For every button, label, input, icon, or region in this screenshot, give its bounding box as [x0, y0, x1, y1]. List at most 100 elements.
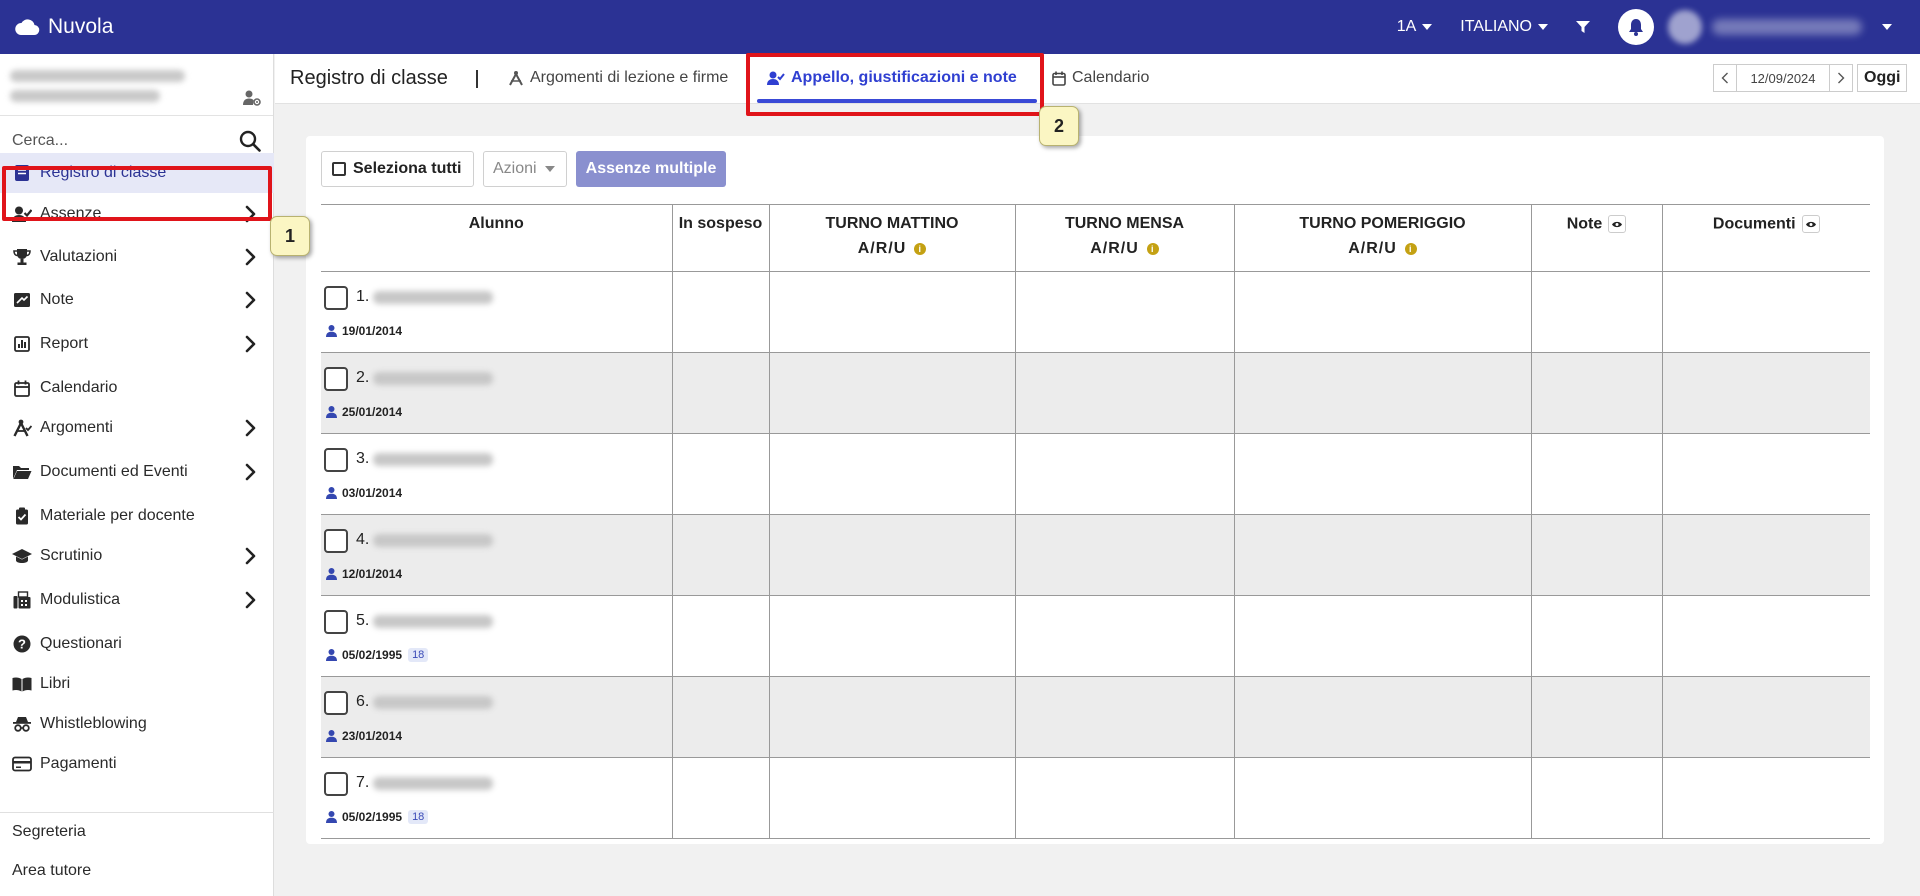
sidebar-item-valutazioni[interactable]: Valutazioni: [0, 237, 274, 277]
morning-cell[interactable]: [768, 676, 1015, 758]
actions-dropdown[interactable]: Azioni: [483, 151, 567, 187]
sidebar-item-note[interactable]: Note: [0, 280, 274, 320]
canteen-cell[interactable]: [1014, 352, 1234, 434]
select-all-button[interactable]: Seleziona tutti: [321, 151, 474, 187]
suspended-cell[interactable]: [671, 676, 769, 758]
sidebar-item-argomenti[interactable]: Argomenti: [0, 408, 274, 448]
student-info: 2. 25/01/2014: [321, 353, 672, 433]
morning-cell[interactable]: [768, 433, 1015, 515]
avatar: [1668, 10, 1702, 44]
afternoon-cell[interactable]: [1233, 352, 1531, 434]
sidebar-item-report[interactable]: Report: [0, 324, 274, 364]
sidebar-item-scrutinio[interactable]: Scrutinio: [0, 536, 274, 576]
class-selector[interactable]: 1A: [1397, 18, 1433, 36]
documents-cell[interactable]: [1661, 595, 1870, 677]
suspended-cell[interactable]: [671, 433, 769, 515]
student-number: 7.: [356, 774, 370, 791]
sidebar-item-modulistica[interactable]: Modulistica: [0, 580, 274, 620]
expand-chevron[interactable]: [245, 248, 256, 271]
expand-chevron[interactable]: [245, 463, 256, 486]
expand-chevron[interactable]: [245, 547, 256, 570]
sidebar-item-documenti-ed-eventi[interactable]: Documenti ed Eventi: [0, 452, 274, 492]
morning-cell[interactable]: [768, 757, 1015, 839]
student-checkbox[interactable]: [324, 772, 348, 796]
documents-cell[interactable]: [1661, 757, 1870, 839]
sidebar-item-pagamenti[interactable]: Pagamenti: [0, 744, 274, 784]
expand-chevron[interactable]: [245, 419, 256, 442]
morning-cell[interactable]: [768, 271, 1015, 353]
sidebar-item-materiale-per-docente[interactable]: Materiale per docente: [0, 496, 274, 536]
expand-chevron[interactable]: [245, 591, 256, 614]
notes-cell[interactable]: [1530, 352, 1662, 434]
filter-button[interactable]: [1576, 20, 1590, 34]
documents-cell[interactable]: [1661, 676, 1870, 758]
afternoon-cell[interactable]: [1233, 757, 1531, 839]
user-menu[interactable]: [1668, 10, 1892, 44]
afternoon-cell[interactable]: [1233, 676, 1531, 758]
suspended-cell[interactable]: [671, 595, 769, 677]
user-settings-button[interactable]: [243, 90, 261, 111]
morning-cell[interactable]: [768, 595, 1015, 677]
notes-cell[interactable]: [1530, 271, 1662, 353]
student-checkbox[interactable]: [324, 367, 348, 391]
sidebar-item-calendario[interactable]: Calendario: [0, 368, 274, 408]
canteen-cell[interactable]: [1014, 514, 1234, 596]
notes-cell[interactable]: [1530, 676, 1662, 758]
today-button[interactable]: Oggi: [1857, 64, 1908, 92]
canteen-cell[interactable]: [1014, 676, 1234, 758]
brand-logo[interactable]: Nuvola: [14, 15, 113, 39]
date-field[interactable]: 12/09/2024: [1737, 64, 1829, 92]
student-checkbox[interactable]: [324, 691, 348, 715]
multiple-absences-button[interactable]: Assenze multiple: [576, 151, 726, 187]
canteen-cell[interactable]: [1014, 595, 1234, 677]
afternoon-cell[interactable]: [1233, 433, 1531, 515]
toggle-documents-visibility-button[interactable]: [1801, 215, 1820, 233]
documents-cell[interactable]: [1661, 271, 1870, 353]
sidebar-link-area-tutore[interactable]: Area tutore: [12, 862, 91, 880]
search-input[interactable]: [12, 131, 212, 150]
canteen-cell[interactable]: [1014, 757, 1234, 839]
sidebar-item-questionari[interactable]: ? Questionari: [0, 624, 274, 664]
expand-chevron[interactable]: [245, 335, 256, 358]
student-checkbox[interactable]: [324, 286, 348, 310]
tab-argomenti[interactable]: Argomenti di lezione e firme: [508, 69, 728, 87]
next-day-button[interactable]: [1829, 64, 1853, 92]
morning-cell[interactable]: [768, 352, 1015, 434]
language-selector[interactable]: ITALIANO: [1460, 18, 1548, 36]
info-icon[interactable]: i: [914, 243, 927, 255]
sidebar-item-libri[interactable]: Libri: [0, 664, 274, 704]
suspended-cell[interactable]: [671, 352, 769, 434]
canteen-cell[interactable]: [1014, 271, 1234, 353]
suspended-cell[interactable]: [671, 271, 769, 353]
tab-calendario[interactable]: Calendario: [1052, 69, 1149, 87]
notes-cell[interactable]: [1530, 757, 1662, 839]
sidebar-item-whistleblowing[interactable]: Whistleblowing: [0, 704, 274, 744]
student-checkbox[interactable]: [324, 529, 348, 553]
previous-day-button[interactable]: [1713, 64, 1737, 92]
afternoon-cell[interactable]: [1233, 271, 1531, 353]
student-checkbox[interactable]: [324, 448, 348, 472]
toggle-notes-visibility-button[interactable]: [1608, 215, 1627, 233]
afternoon-cell[interactable]: [1233, 595, 1531, 677]
canteen-cell[interactable]: [1014, 433, 1234, 515]
documents-cell[interactable]: [1661, 433, 1870, 515]
student-checkbox[interactable]: [324, 610, 348, 634]
person-icon: [326, 325, 337, 337]
info-icon[interactable]: i: [1404, 243, 1417, 255]
suspended-cell[interactable]: [671, 514, 769, 596]
student-cell: 5. 05/02/1995 18: [321, 595, 672, 677]
notes-cell[interactable]: [1530, 595, 1662, 677]
documents-cell[interactable]: [1661, 352, 1870, 434]
notes-cell[interactable]: [1530, 514, 1662, 596]
expand-chevron[interactable]: [245, 291, 256, 314]
notes-cell[interactable]: [1530, 433, 1662, 515]
info-icon[interactable]: i: [1146, 243, 1159, 255]
documents-cell[interactable]: [1661, 514, 1870, 596]
suspended-cell[interactable]: [671, 757, 769, 839]
notifications-button[interactable]: [1618, 9, 1654, 45]
sidebar-item-label: Questionari: [40, 635, 122, 652]
sidebar-link-segreteria[interactable]: Segreteria: [12, 823, 86, 841]
column-header-suspended: In sospeso: [671, 204, 769, 272]
afternoon-cell[interactable]: [1233, 514, 1531, 596]
morning-cell[interactable]: [768, 514, 1015, 596]
